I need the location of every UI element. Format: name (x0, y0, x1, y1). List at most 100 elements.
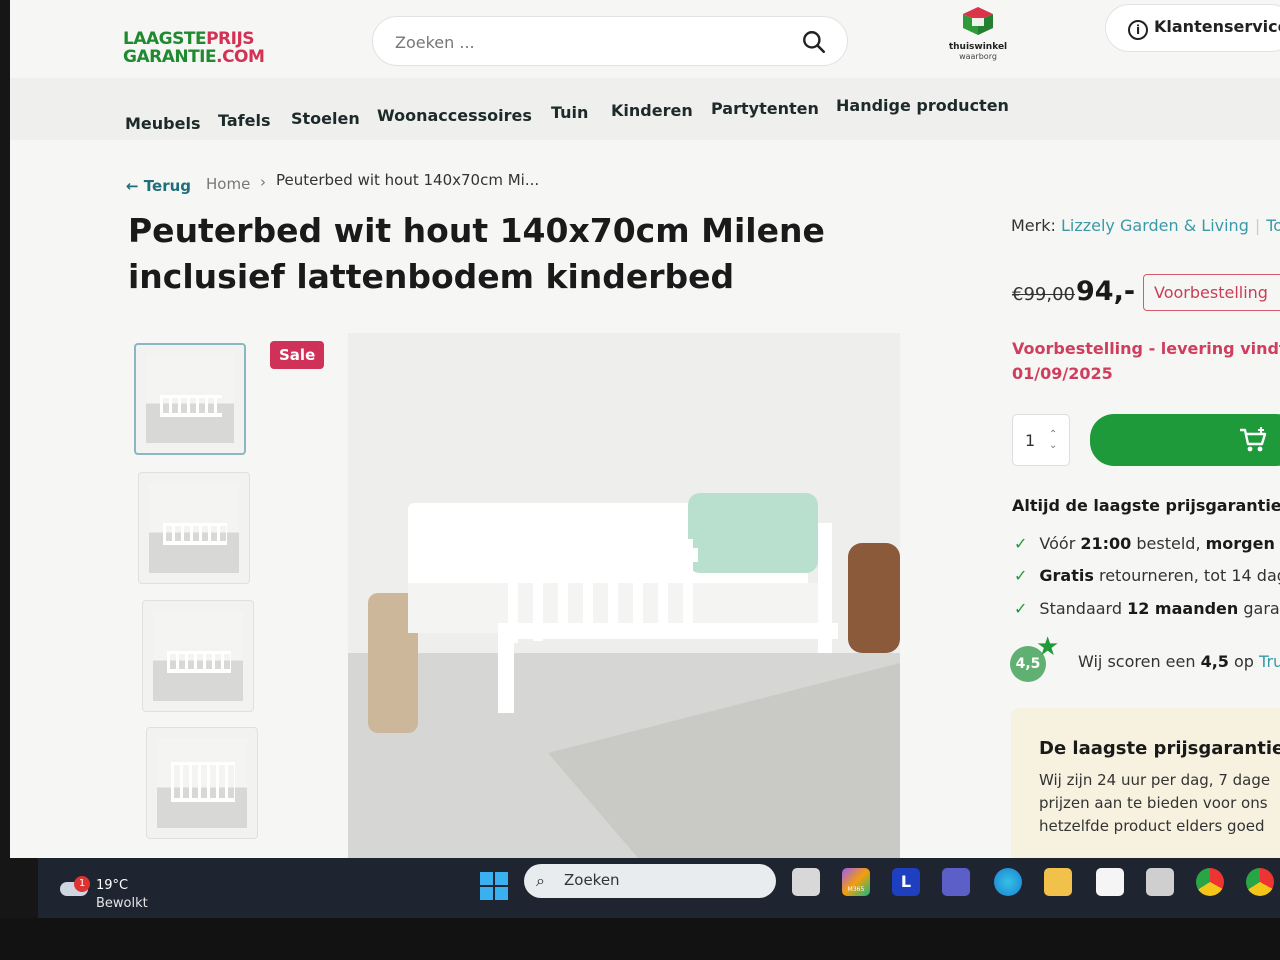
nav-item-tuin[interactable]: Tuin (551, 103, 588, 122)
stepper-arrows-icon[interactable]: ⌃ ⌄ (1049, 429, 1057, 451)
back-label: Terug (143, 177, 192, 195)
file-explorer-icon[interactable] (1044, 868, 1072, 896)
main-navigation: Meubels Tafels Stoelen Woonaccessoires T… (10, 78, 1280, 140)
rating-text-part: Wij scoren een (1078, 652, 1201, 671)
cart-icon (1240, 427, 1267, 452)
usp-text: besteld, (1131, 534, 1206, 553)
rating-text: Wij scoren een 4,5 op Tru (1078, 652, 1280, 671)
logo-text-3: GARANTIE (123, 47, 217, 67)
taskbar-search-label: Zoeken (564, 871, 620, 889)
store-icon[interactable] (1096, 868, 1124, 896)
trust-sublabel: waarborg (959, 52, 997, 61)
thuiswinkel-waarborg[interactable]: thuiswinkel waarborg (945, 6, 1011, 61)
search-bar (372, 16, 848, 66)
usp-bold: Gratis (1039, 566, 1094, 585)
usp-warranty: ✓ Standaard 12 maanden garan (1014, 599, 1280, 618)
preorder-note: Voorbestelling - levering vindt r 01/09/… (1012, 336, 1280, 386)
rating-text-part: op (1228, 652, 1260, 671)
windows-taskbar: 1 19°C Bewolkt ⌕ Zoeken M365 L (38, 858, 1280, 918)
brand-extra-link[interactable]: To (1266, 216, 1280, 235)
trust-label: thuiswinkel (948, 42, 1008, 52)
brand-info: Merk: Lizzely Garden & Living | To (1011, 216, 1280, 235)
rating-score: 4,5 (1200, 652, 1229, 671)
usp-bold: 21:00 (1080, 534, 1132, 553)
browser-viewport: LAAGSTEPRIJS GARANTIE.COM thuiswinkel wa… (10, 0, 1280, 858)
customer-service-label: Klantenservice (1154, 17, 1280, 36)
back-link[interactable]: ← Terug (126, 177, 191, 195)
m365-label: M365 (847, 886, 865, 893)
usp-bold: morgen (1205, 534, 1275, 553)
current-price: 94,- (1076, 276, 1136, 307)
usp-text: g (1275, 534, 1280, 553)
breadcrumb-home[interactable]: Home (206, 175, 250, 193)
search-input[interactable] (395, 29, 775, 55)
old-price: €99,00 (1012, 284, 1075, 305)
product-image[interactable] (348, 333, 900, 858)
notification-badge: 1 (74, 876, 90, 892)
teams-icon[interactable] (942, 868, 970, 896)
guarantee-heading: Altijd de laagste prijsgarantie! (1012, 496, 1280, 515)
site-logo[interactable]: LAAGSTEPRIJS GARANTIE.COM (123, 30, 283, 66)
monitor-bottom-bezel (0, 918, 1280, 960)
brand-separator: | (1254, 216, 1261, 235)
breadcrumb-separator: › (260, 173, 266, 191)
preorder-date: 01/09/2025 (1012, 364, 1113, 383)
star-icon: ★ (1036, 632, 1060, 662)
nav-item-kinderen[interactable]: Kinderen (611, 101, 693, 120)
check-icon: ✓ (1014, 534, 1028, 553)
usp-text: retourneren, tot 14 dag (1093, 566, 1280, 585)
edge-icon[interactable] (994, 868, 1022, 896)
thumbnail-2[interactable] (138, 472, 250, 584)
nav-item-meubels[interactable]: Meubels (125, 114, 200, 133)
m365-copilot-icon[interactable]: M365 (842, 868, 870, 896)
add-to-cart-button[interactable] (1090, 414, 1280, 466)
search-icon: ⌕ (536, 871, 545, 890)
weather-widget[interactable]: 1 19°C Bewolkt (60, 868, 180, 911)
trust-cube-icon (963, 7, 993, 35)
usp-delivery: ✓ Vóór 21:00 besteld, morgen g (1014, 534, 1280, 553)
check-icon: ✓ (1014, 599, 1028, 618)
quantity-value[interactable]: 1 (1025, 431, 1035, 450)
thumbnail-1[interactable] (134, 343, 246, 455)
l-app-icon[interactable]: L (892, 868, 920, 896)
logo-text-2: PRIJS (206, 29, 255, 49)
l-app-label: L (900, 872, 912, 891)
nav-item-woonaccessoires[interactable]: Woonaccessoires (377, 106, 532, 125)
weather-description: Bewolkt (96, 896, 148, 911)
product-title: Peuterbed wit hout 140x70cm Milene inclu… (128, 211, 825, 296)
printer-icon[interactable] (1146, 868, 1174, 896)
thumbnail-3[interactable] (142, 600, 254, 712)
search-icon[interactable] (801, 29, 827, 55)
preorder-badge: Voorbestelling (1143, 274, 1280, 311)
breadcrumb-current: Peuterbed wit hout 140x70cm Mi... (276, 171, 540, 189)
brand-link[interactable]: Lizzely Garden & Living (1061, 216, 1249, 235)
usp-returns: ✓ Gratis retourneren, tot 14 dag (1014, 566, 1280, 585)
preorder-note-line1: Voorbestelling - levering vindt r (1012, 339, 1280, 358)
guarantee-promo-box: De laagste prijsgarantie! Wij zijn 24 uu… (1011, 708, 1280, 858)
nav-item-tafels[interactable]: Tafels (218, 111, 270, 130)
windows-start-icon[interactable] (480, 872, 508, 900)
usp-bold: 12 maanden (1127, 599, 1239, 618)
brand-label: Merk: (1011, 216, 1056, 235)
nav-item-handige-producten[interactable]: Handige producten (836, 96, 1009, 115)
info-icon: i (1128, 20, 1148, 40)
trustpilot-link[interactable]: Tru (1259, 652, 1280, 671)
promo-body: Wij zijn 24 uur per dag, 7 dage prijzen … (1039, 771, 1271, 835)
task-view-icon[interactable] (792, 868, 820, 896)
temperature: 19°C (96, 878, 129, 893)
sale-badge: Sale (270, 341, 325, 369)
chrome-profile-icon[interactable] (1246, 868, 1274, 896)
usp-text: Standaard (1039, 599, 1128, 618)
promo-heading: De laagste prijsgarantie! (1039, 738, 1280, 759)
taskbar-search[interactable]: ⌕ Zoeken (524, 864, 776, 898)
quantity-stepper[interactable]: 1 ⌃ ⌄ (1012, 414, 1070, 466)
usp-text: Vóór (1039, 534, 1081, 553)
nav-item-stoelen[interactable]: Stoelen (291, 109, 360, 128)
logo-text-4: .COM (216, 47, 265, 67)
check-icon: ✓ (1014, 566, 1028, 585)
logo-text-1: LAAGSTE (123, 29, 207, 49)
customer-service-button[interactable]: i Klantenservice (1105, 4, 1280, 52)
nav-item-partytenten[interactable]: Partytenten (711, 99, 819, 118)
chrome-icon[interactable] (1196, 868, 1224, 896)
thumbnail-4[interactable] (146, 727, 258, 839)
